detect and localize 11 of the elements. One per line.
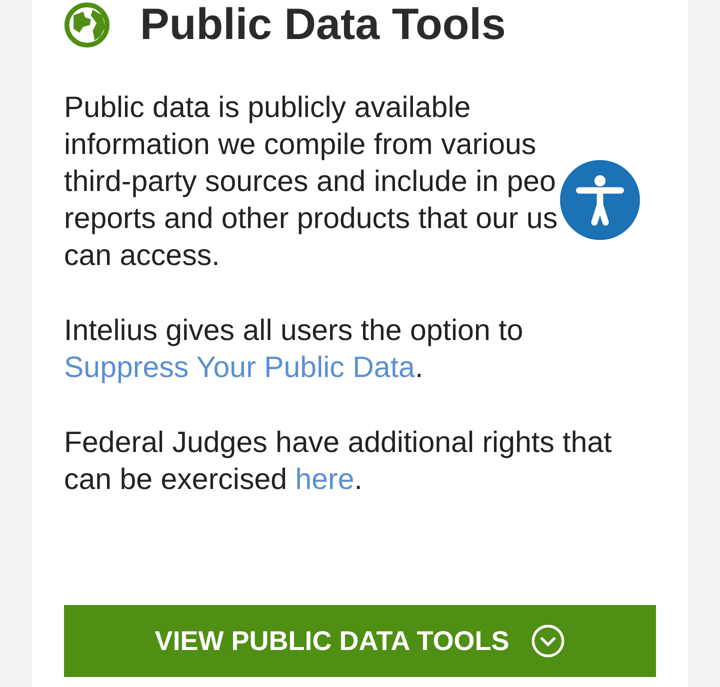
view-tools-button[interactable]: VIEW PUBLIC DATA TOOLS [64, 605, 656, 677]
chevron-down-icon [531, 624, 566, 658]
paragraph: Public data is publicly available information we compile from various third-party sources and include in peo reports and other products that our us can access. [64, 90, 558, 274]
paragraph-text: . [414, 351, 424, 384]
paragraph-text: Federal Judges have additional rights that [64, 426, 612, 459]
paragraph-text: Intelius gives all users the option to [64, 314, 524, 347]
section-title: Public Data Tools [140, 0, 506, 50]
paragraph-text: can be exercised [64, 463, 288, 496]
text-link[interactable]: here [295, 463, 354, 496]
text-link[interactable]: Suppress Your Public Data [64, 351, 415, 384]
paragraph-text: . [354, 463, 362, 496]
